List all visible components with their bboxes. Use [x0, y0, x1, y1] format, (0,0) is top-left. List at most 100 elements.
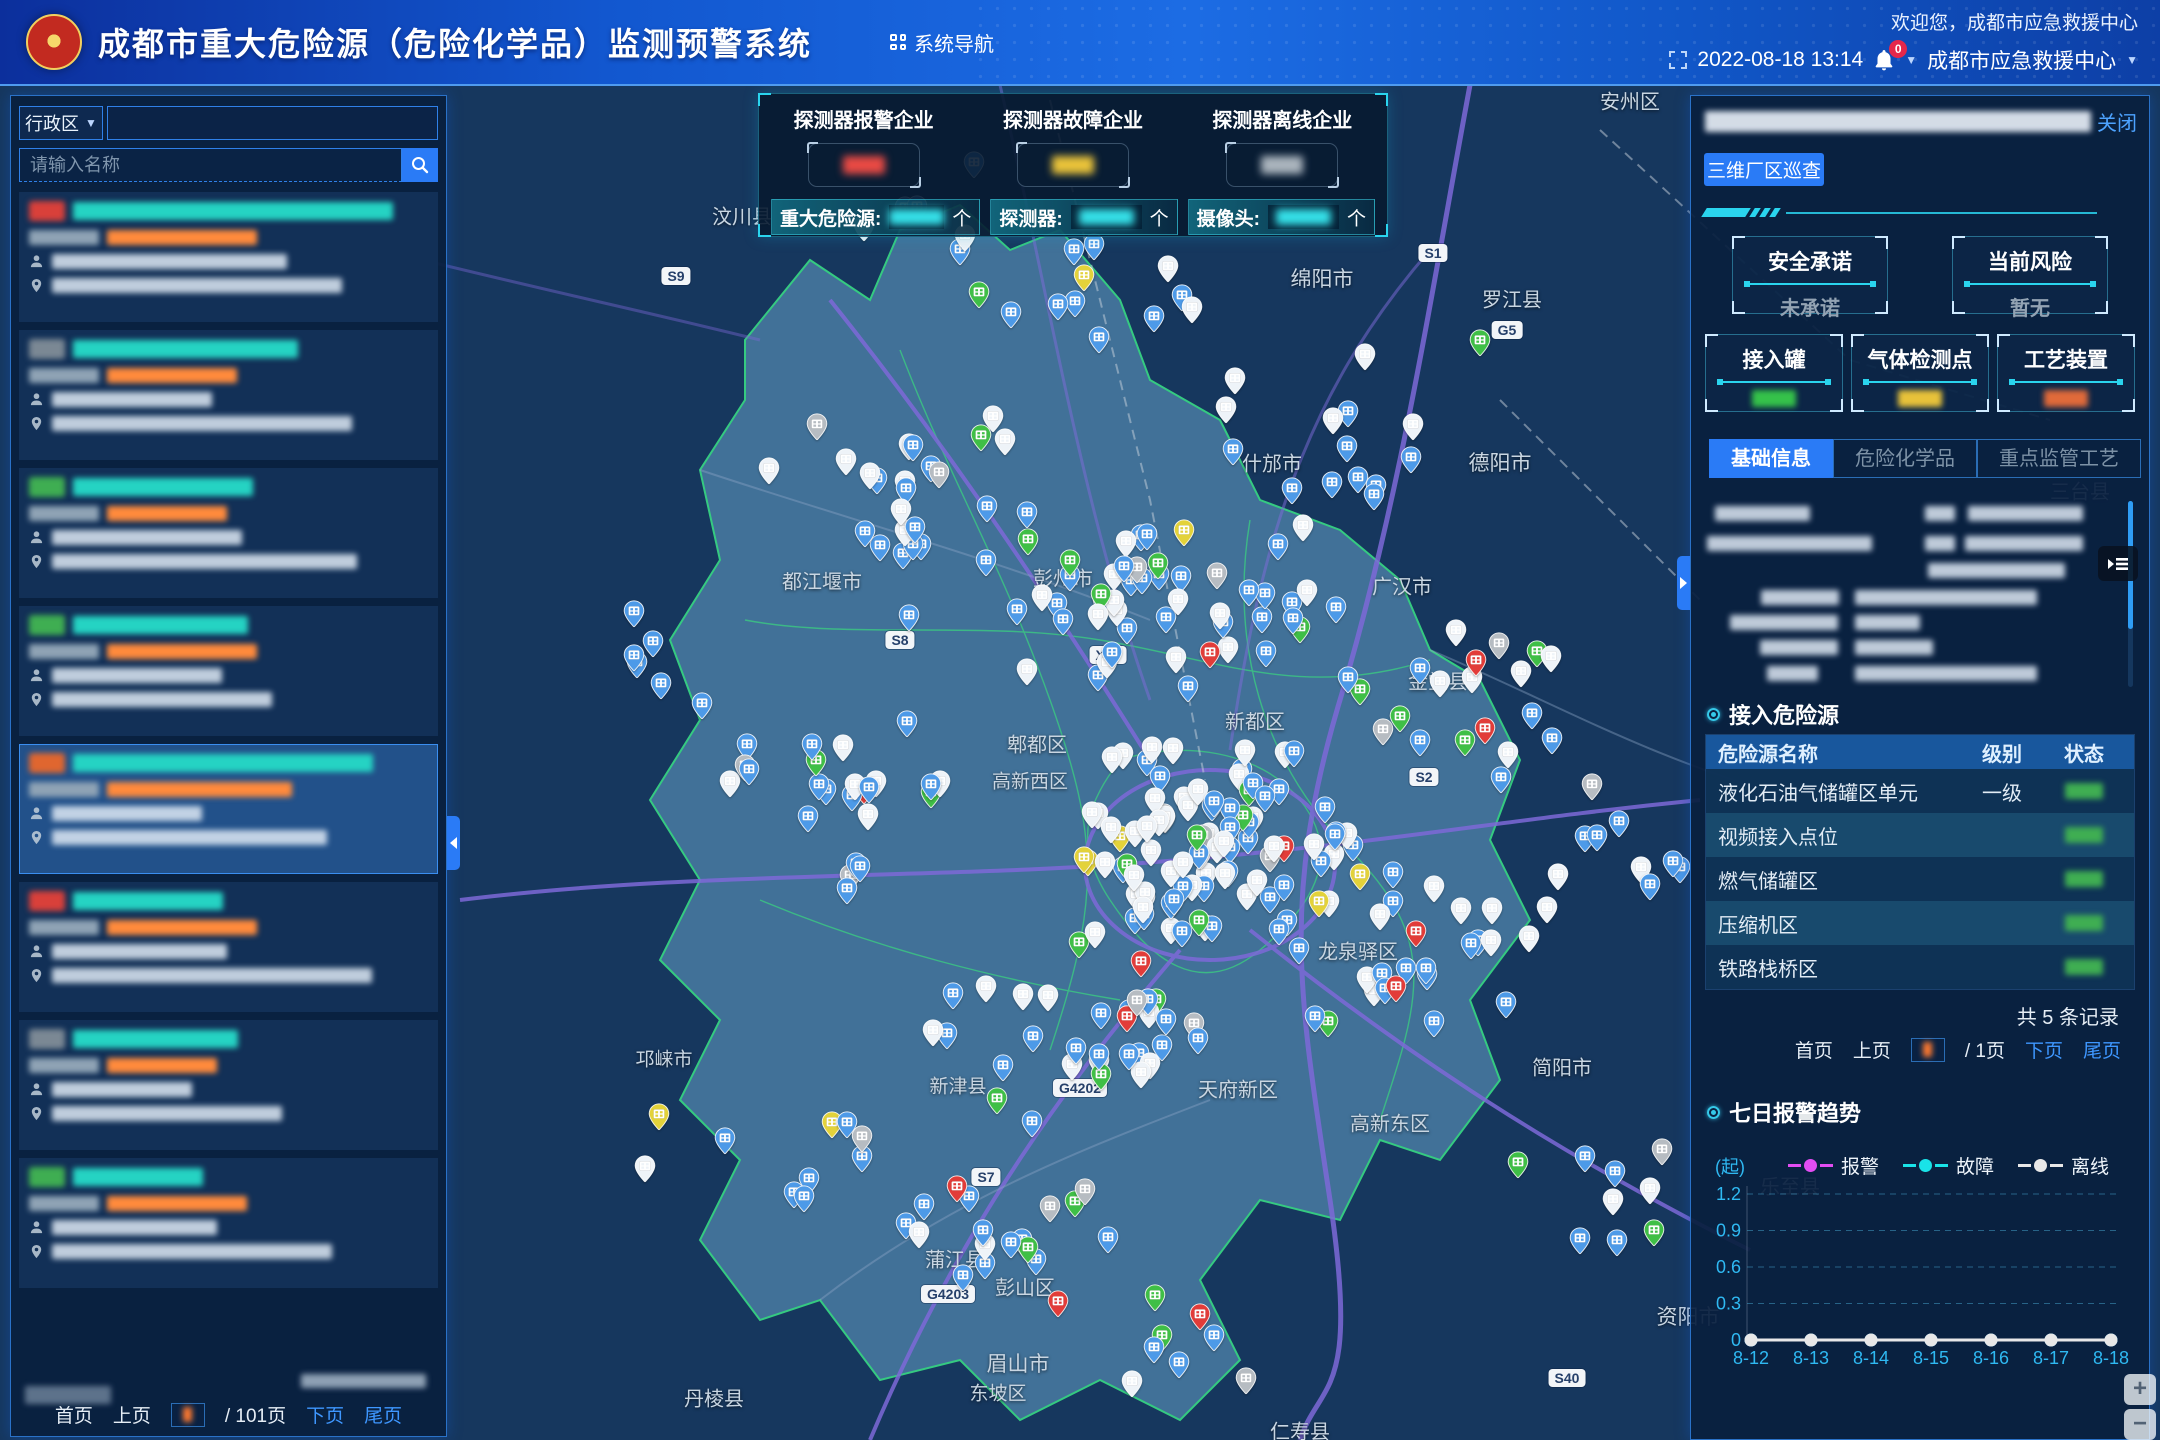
expand-info-button[interactable]	[2098, 546, 2138, 581]
pager-prev[interactable]: 上页	[113, 1401, 151, 1428]
enterprise-name-redacted	[73, 616, 248, 634]
hazard-status-redacted	[2065, 871, 2103, 887]
pager-last[interactable]: 尾页	[364, 1401, 402, 1428]
info-field-redacted	[1730, 615, 1838, 630]
org-caret-icon[interactable]: ▼	[2126, 53, 2138, 67]
enterprise-list-item[interactable]	[19, 744, 438, 874]
table-row[interactable]: 视频接入点位	[1706, 813, 2134, 857]
info-scrollbar[interactable]	[2128, 501, 2133, 687]
counter-value-box	[889, 205, 944, 229]
supervision-value-redacted	[107, 1196, 247, 1211]
detector-stat-column: 探测器离线企业	[1178, 104, 1387, 187]
pager-next[interactable]: 下页	[306, 1401, 344, 1428]
district-caret-icon: ▼	[85, 116, 97, 130]
gas-stat-value-redacted	[1898, 390, 1942, 407]
detector-stat-label: 探测器离线企业	[1178, 104, 1387, 133]
counter-label: 重大危险源:	[780, 204, 881, 231]
pager-next[interactable]: 下页	[2025, 1036, 2063, 1063]
enterprise-list-item[interactable]	[19, 1158, 438, 1288]
pager-first[interactable]: 首页	[55, 1401, 93, 1428]
hazard-name-cell: 燃气储罐区	[1718, 865, 1958, 894]
hazard-status-redacted	[2065, 783, 2103, 799]
fullscreen-icon[interactable]	[1669, 51, 1687, 69]
gas-stat-label: 工艺装置	[1998, 344, 2134, 374]
chart-legend-item[interactable]: 故障	[1903, 1152, 1994, 1179]
pager-page-input[interactable]	[171, 1403, 205, 1427]
gas-stat-label: 气体检测点	[1852, 344, 1988, 374]
hazard-status-redacted	[2065, 959, 2103, 975]
gas-stat-value-redacted	[1752, 390, 1796, 407]
contact-redacted	[52, 944, 227, 959]
table-row[interactable]: 液化石油气储罐区单元一级	[1706, 769, 2134, 813]
table-header-cell: 危险源名称	[1718, 738, 1958, 767]
tab-active[interactable]: 基础信息	[1709, 439, 1833, 478]
address-pin-icon	[29, 1244, 44, 1259]
svg-text:1.2: 1.2	[1716, 1184, 1741, 1204]
info-field-redacted	[1855, 666, 2037, 681]
district-input[interactable]	[107, 106, 438, 140]
enterprise-list-item[interactable]	[19, 330, 438, 460]
org-name: 成都市应急救援中心	[1927, 45, 2116, 75]
svg-text:0.9: 0.9	[1716, 1221, 1741, 1241]
supervision-label-redacted	[29, 1196, 99, 1211]
supervision-label-redacted	[29, 782, 99, 797]
enterprise-name-redacted	[73, 1168, 203, 1186]
hazard-status-cell	[2046, 871, 2122, 887]
counter-unit: 个	[1150, 204, 1169, 231]
table-row[interactable]: 铁路栈桥区	[1706, 945, 2134, 989]
enterprise-list-item[interactable]	[19, 1020, 438, 1150]
status-badge	[29, 1167, 65, 1187]
gas-stat-divider	[2011, 381, 2121, 383]
status-badge	[29, 1029, 65, 1049]
chart-legend-item[interactable]: 离线	[2018, 1152, 2109, 1179]
zoom-in-button[interactable]: +	[2124, 1374, 2156, 1405]
close-button[interactable]: 关闭	[2097, 107, 2137, 136]
contact-redacted	[52, 806, 202, 821]
tab-inactive[interactable]: 重点监管工艺	[1977, 439, 2141, 478]
sidebar-collapse-button[interactable]	[447, 816, 460, 870]
chart-y-unit: (起)	[1715, 1153, 1745, 1179]
address-redacted	[52, 968, 372, 983]
chart-legend: 报警故障离线	[1788, 1152, 2109, 1179]
3d-tour-button[interactable]: 三维厂区巡查	[1704, 153, 1824, 186]
header: 成都市重大危险源（危险化学品）监测预警系统 系统导航 欢迎您，成都市应急救援中心…	[0, 0, 2160, 86]
contact-redacted	[52, 1082, 192, 1097]
table-row[interactable]: 压缩机区	[1706, 901, 2134, 945]
pager-page-input[interactable]	[1911, 1038, 1945, 1062]
hazard-status-cell	[2046, 783, 2122, 799]
table-row[interactable]: 燃气储罐区	[1706, 857, 2134, 901]
chart-legend-item[interactable]: 报警	[1788, 1152, 1879, 1179]
zoom-out-button[interactable]: −	[2124, 1409, 2156, 1440]
supervision-value-redacted	[107, 230, 257, 245]
current-risk-title: 当前风险	[1953, 246, 2107, 276]
detail-collapse-button[interactable]	[1677, 556, 1690, 610]
svg-text:8-14: 8-14	[1853, 1348, 1889, 1368]
enterprise-list-item[interactable]	[19, 882, 438, 1012]
pager-last[interactable]: 尾页	[2083, 1036, 2121, 1063]
supervision-value-redacted	[107, 506, 227, 521]
enterprise-name-redacted	[73, 202, 393, 220]
pager-prev[interactable]: 上页	[1853, 1036, 1891, 1063]
info-field-redacted	[1855, 640, 1933, 655]
contact-person-icon	[29, 668, 44, 683]
search-input[interactable]	[19, 148, 402, 182]
enterprise-list-item[interactable]	[19, 468, 438, 598]
notification-bell-icon[interactable]: 0	[1873, 48, 1895, 72]
district-dropdown[interactable]: 行政区 ▼	[19, 106, 103, 140]
hazard-status-cell	[2046, 959, 2122, 975]
hazard-status-redacted	[2065, 915, 2103, 931]
contact-redacted	[52, 668, 222, 683]
detector-stat-column: 探测器报警企业	[759, 104, 968, 187]
enterprise-list-item[interactable]	[19, 192, 438, 322]
tab-inactive[interactable]: 危险化学品	[1833, 439, 1977, 478]
system-nav-button[interactable]: 系统导航	[890, 28, 994, 57]
info-field-redacted	[1715, 506, 1810, 521]
search-button[interactable]	[402, 148, 438, 182]
enterprise-list-item[interactable]	[19, 606, 438, 736]
status-badge	[29, 753, 65, 773]
svg-text:8-16: 8-16	[1973, 1348, 2009, 1368]
pager-first[interactable]: 首页	[1795, 1036, 1833, 1063]
enterprise-name-redacted	[73, 754, 373, 772]
detector-stats-panel: 探测器报警企业探测器故障企业探测器离线企业 重大危险源:个探测器:个摄像头:个	[758, 93, 1388, 237]
basic-info-redacted	[1691, 501, 2149, 696]
